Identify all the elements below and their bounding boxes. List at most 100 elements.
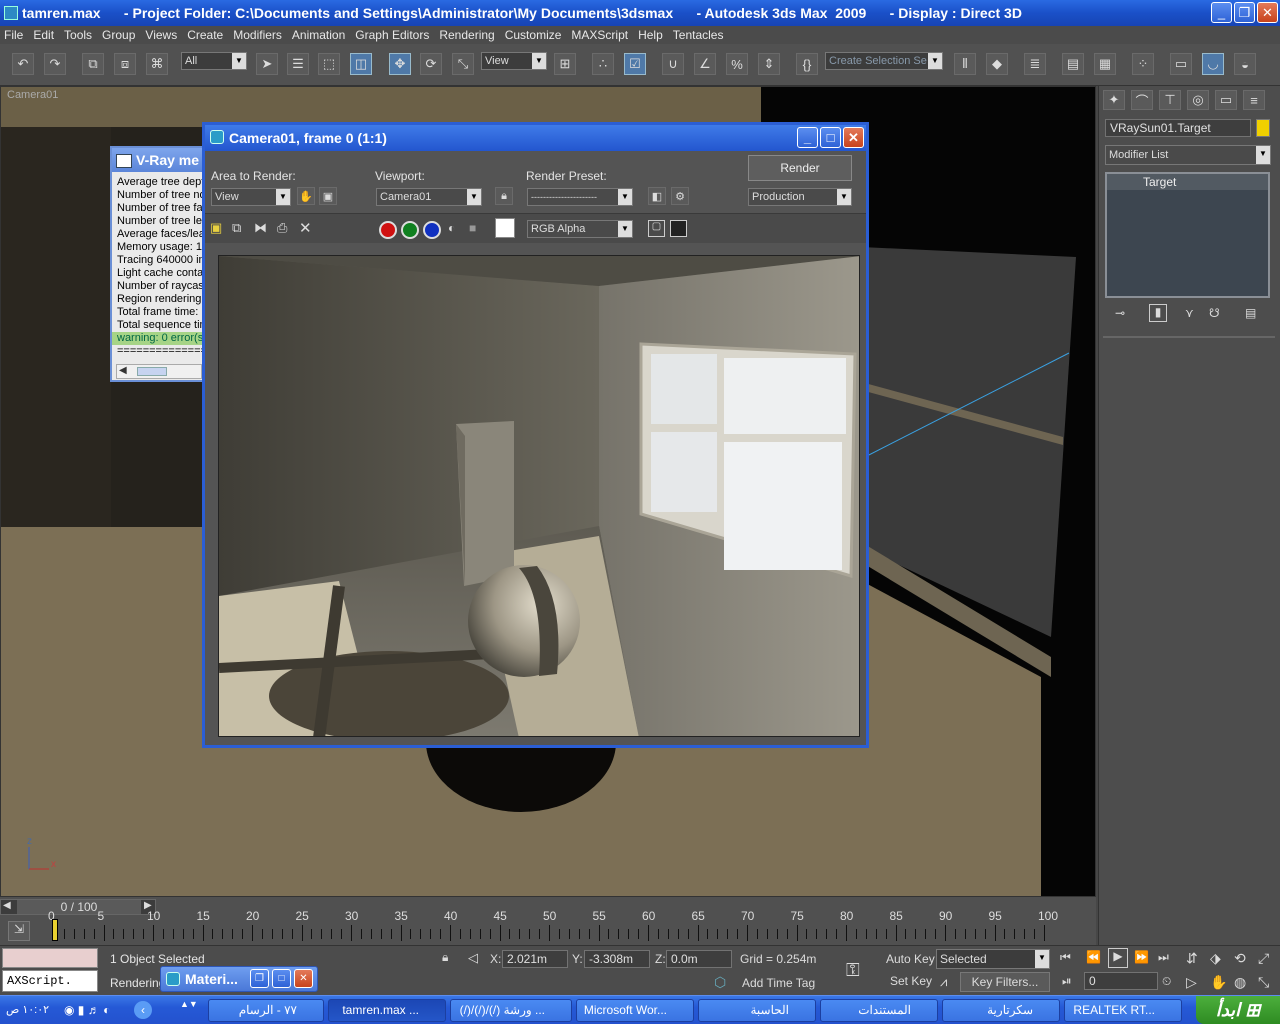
clone-window-icon[interactable]: ⧓ [254, 220, 267, 236]
alpha-channel-icon[interactable]: ◐ [448, 221, 455, 235]
modifier-stack[interactable]: Target [1105, 172, 1270, 298]
zoom-all-icon[interactable]: ⬗ [1210, 950, 1221, 967]
select-and-link-icon[interactable]: ⧉ [82, 53, 104, 75]
current-frame-field[interactable]: 0 [1084, 972, 1158, 990]
zoom-icon[interactable]: ⇵ [1186, 950, 1198, 967]
auto-region-icon[interactable]: ▣ [319, 187, 337, 205]
redo-icon[interactable]: ↷ [44, 53, 66, 75]
render-window-titlebar[interactable]: Camera01, frame 0 (1:1) _ □ ✕ [205, 125, 866, 151]
viewport-dropdown[interactable]: Camera01 ▼ [376, 188, 482, 206]
schematic-view-icon[interactable]: ▦ [1094, 53, 1116, 75]
rendered-frame-window-icon[interactable]: ◡ [1202, 53, 1224, 75]
taskbar-item-folder[interactable]: (/)/(/)/(/) ورشة ... [450, 999, 572, 1022]
quick-render-icon[interactable]: ◒ [1234, 53, 1256, 75]
production-dropdown[interactable]: Production ▼ [748, 188, 852, 206]
menu-item-tentacles[interactable]: Tentacles [673, 28, 724, 42]
pan-view-icon[interactable]: ✋ [1210, 974, 1227, 991]
app-icon[interactable] [4, 6, 18, 20]
undo-icon[interactable]: ↶ [12, 53, 34, 75]
pin-stack-icon[interactable]: ⊸ [1115, 306, 1125, 320]
snap-toggle-icon[interactable]: ∪ [662, 53, 684, 75]
horizontal-scrollbar[interactable]: ◀ [116, 364, 202, 379]
environment-icon[interactable]: ⚙ [671, 187, 689, 205]
utilities-tab-icon[interactable]: ≡ [1243, 90, 1265, 110]
start-button[interactable]: ابدأ ⊞ [1196, 996, 1280, 1024]
spinner-snap-icon[interactable]: ⇕ [758, 53, 780, 75]
display-channel-dropdown[interactable]: RGB Alpha ▼ [527, 220, 633, 238]
field-of-view-icon[interactable]: ▷ [1186, 974, 1197, 991]
render-setup-icon[interactable]: ▭ [1170, 53, 1192, 75]
selection-lock-icon[interactable]: 🔒︎ [442, 950, 448, 965]
select-manipulate-icon[interactable]: ∴ [592, 53, 614, 75]
track-bar[interactable]: 0 5 10 15 20 25 30 35 40 45 50 55 60 65 70 75 80 85 90 95 10… [42, 909, 1096, 943]
walk-through-icon[interactable]: ◍ [1234, 974, 1246, 991]
color-swatch[interactable] [495, 218, 515, 238]
percent-snap-icon[interactable]: % [726, 53, 748, 75]
edit-named-selection-icon[interactable]: {} [796, 53, 818, 75]
taskbar-item-paint[interactable]: ٧٧ - الرسام [208, 999, 324, 1022]
display-tab-icon[interactable]: ▭ [1215, 90, 1237, 110]
minimize-button[interactable]: _ [1211, 2, 1232, 23]
mirror-icon[interactable]: ⫴ [954, 53, 976, 75]
taskbar-item-calculator[interactable]: الحاسبة [698, 999, 816, 1022]
key-filters-button[interactable]: Key Filters... [960, 972, 1050, 992]
vray-messages-window[interactable]: V-Ray me Average tree dept Number of tre… [110, 146, 206, 382]
rectangular-selection-icon[interactable]: ⬚ [318, 53, 340, 75]
select-and-rotate-icon[interactable]: ⟳ [420, 53, 442, 75]
previous-frame-icon[interactable]: ⏪ [1086, 950, 1101, 964]
red-channel-toggle[interactable] [379, 221, 397, 239]
taskbar-item-word[interactable]: Microsoft Wor... [576, 999, 694, 1022]
menu-item-tools[interactable]: Tools [64, 28, 92, 42]
x-coordinate-field[interactable]: 2.021m [502, 950, 568, 968]
area-to-render-dropdown[interactable]: View ▼ [211, 188, 291, 206]
save-image-icon[interactable]: ▣ [210, 220, 222, 236]
z-coordinate-field[interactable]: 0.0m [666, 950, 732, 968]
menu-item-modifiers[interactable]: Modifiers [233, 28, 282, 42]
create-tab-icon[interactable]: ✦ [1103, 90, 1125, 110]
menu-item-help[interactable]: Help [638, 28, 663, 42]
toggle-ui-icon[interactable] [670, 220, 687, 237]
set-key-button[interactable]: Set Key [890, 974, 932, 988]
material-close-button[interactable]: ✕ [294, 969, 313, 988]
taskbar-item-documents[interactable]: المستندات [820, 999, 938, 1022]
curve-editor-icon[interactable]: ▤ [1062, 53, 1084, 75]
key-mode-dropdown[interactable]: Selected ▼ [936, 949, 1050, 969]
render-setup-icon[interactable]: ◧ [648, 187, 666, 205]
menu-item-group[interactable]: Group [102, 28, 135, 42]
monochrome-icon[interactable]: ■ [469, 221, 476, 235]
remove-modifier-icon[interactable]: ☋ [1209, 306, 1220, 320]
scroll-thumb[interactable] [137, 367, 167, 376]
select-by-name-icon[interactable]: ☰ [287, 53, 309, 75]
blue-channel-toggle[interactable] [423, 221, 441, 239]
align-icon[interactable]: ◆ [986, 53, 1008, 75]
material-editor-minimized[interactable]: Materi... ❐ □ ✕ [160, 966, 318, 992]
tray-clock[interactable]: ١٠:٠٢ ص [2, 1000, 58, 1021]
clear-image-icon[interactable]: ✕ [299, 219, 312, 237]
configure-modifier-sets-icon[interactable]: ▤ [1245, 306, 1256, 320]
current-frame-marker[interactable] [52, 919, 58, 941]
object-name-field[interactable]: VRaySun01.Target [1105, 119, 1251, 137]
toggle-ui-overlays-icon[interactable]: ▢ [648, 220, 665, 237]
next-frame-icon[interactable]: ⏩ [1134, 950, 1149, 964]
maxscript-mini-listener[interactable]: AXScript. [2, 970, 98, 992]
go-to-end-icon[interactable]: ⏭ [1158, 950, 1169, 965]
quick-launch-chevron-icon[interactable]: ▲▼ [180, 999, 198, 1009]
maximize-button[interactable]: ❐ [1234, 2, 1255, 23]
time-slider-thumb[interactable]: 0 / 100 [17, 900, 141, 914]
menu-item-rendering[interactable]: Rendering [439, 28, 494, 42]
render-button[interactable]: Render [748, 155, 852, 181]
green-channel-toggle[interactable] [401, 221, 419, 239]
go-to-start-icon[interactable]: ⏮ [1060, 950, 1071, 965]
modifier-list-dropdown[interactable]: Modifier List ▼ [1105, 145, 1271, 165]
viewport-label[interactable]: Camera01 [7, 89, 58, 101]
stack-item-target[interactable]: Target [1107, 174, 1268, 190]
menu-item-file[interactable]: File [4, 28, 23, 42]
render-maximize-button[interactable]: □ [820, 127, 841, 148]
menu-item-animation[interactable]: Animation [292, 28, 345, 42]
make-unique-icon[interactable]: ⋎ [1185, 306, 1194, 320]
render-minimize-button[interactable]: _ [797, 127, 818, 148]
time-configuration-icon[interactable]: ⏲ [1162, 974, 1171, 989]
play-icon[interactable]: ▶ [1108, 948, 1128, 968]
tray-expand-icon[interactable]: ‹ [134, 1001, 152, 1019]
pivot-center-icon[interactable]: ⊞ [554, 53, 576, 75]
